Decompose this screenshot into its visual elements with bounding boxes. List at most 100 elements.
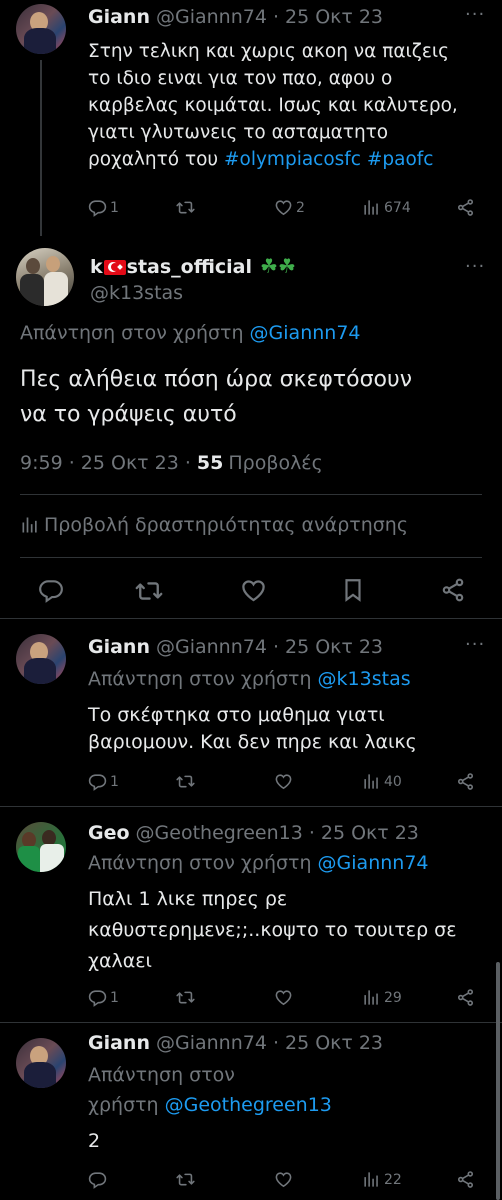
views-button[interactable]: 22 bbox=[362, 1170, 402, 1189]
tweet-timestamp[interactable]: 9:59 · 25 Οκτ 23 · bbox=[20, 452, 191, 474]
view-count: 29 bbox=[384, 989, 402, 1006]
retweet-icon bbox=[176, 198, 195, 217]
flag-emoji bbox=[103, 260, 126, 275]
views-icon bbox=[20, 515, 40, 535]
author-name-prefix[interactable]: k bbox=[90, 256, 103, 278]
separator-dot: · bbox=[308, 822, 315, 844]
replying-to-label: Απάντηση στον χρήστη bbox=[20, 322, 244, 344]
more-icon[interactable]: ··· bbox=[465, 634, 485, 655]
heart-icon bbox=[274, 198, 293, 217]
like-count: 2 bbox=[296, 199, 305, 216]
share-icon bbox=[456, 1170, 475, 1189]
reply-button[interactable] bbox=[38, 577, 64, 603]
share-icon bbox=[440, 577, 466, 603]
reply-button[interactable] bbox=[88, 1170, 107, 1189]
share-button[interactable] bbox=[440, 577, 466, 603]
author-name[interactable]: Giann bbox=[88, 6, 150, 28]
separator-dot: · bbox=[272, 1032, 279, 1054]
reply-button[interactable]: 1 bbox=[88, 198, 119, 217]
tweet-text: Πες αλήθεια πόση ώρα σκεφτόσουν να το γρ… bbox=[20, 367, 413, 427]
more-icon[interactable]: ··· bbox=[465, 4, 485, 25]
tweet-date[interactable]: 25 Οκτ 23 bbox=[285, 6, 383, 28]
divider bbox=[0, 1022, 502, 1023]
reply-button[interactable]: 1 bbox=[88, 988, 119, 1007]
divider bbox=[20, 557, 482, 558]
share-icon bbox=[456, 772, 475, 791]
like-button[interactable] bbox=[274, 988, 293, 1007]
reply-icon bbox=[38, 577, 64, 603]
share-button[interactable] bbox=[456, 1170, 475, 1189]
avatar-k13stas[interactable] bbox=[16, 248, 74, 306]
author-name[interactable]: Geo bbox=[88, 822, 130, 844]
separator-dot: · bbox=[272, 636, 279, 658]
tweet-date[interactable]: 25 Οκτ 23 bbox=[321, 822, 419, 844]
heart-icon bbox=[240, 577, 267, 604]
like-button[interactable] bbox=[274, 772, 293, 791]
share-button[interactable] bbox=[456, 988, 475, 1007]
like-button[interactable] bbox=[274, 1170, 293, 1189]
reply-icon bbox=[88, 988, 107, 1007]
separator-dot: · bbox=[272, 6, 279, 28]
author-name-suffix[interactable]: stas_official bbox=[127, 256, 252, 278]
view-count: 40 bbox=[384, 773, 402, 790]
tweet-text: Στην τελικη και χωρις ακοη να παιζεις το… bbox=[88, 38, 498, 173]
views-button[interactable]: 29 bbox=[362, 988, 402, 1007]
bookmark-icon bbox=[340, 576, 366, 604]
reply-icon bbox=[88, 1170, 107, 1189]
divider bbox=[0, 806, 502, 807]
author-handle[interactable]: @k13stas bbox=[90, 282, 183, 304]
author-handle[interactable]: @Giannn74 bbox=[156, 636, 267, 658]
avatar-giann[interactable] bbox=[16, 4, 66, 54]
author-name[interactable]: Giann bbox=[88, 636, 150, 658]
thread-line bbox=[40, 60, 42, 236]
share-icon bbox=[456, 988, 475, 1007]
retweet-button[interactable] bbox=[176, 772, 195, 791]
view-count: 674 bbox=[384, 199, 411, 216]
hashtag-link[interactable]: #paofc bbox=[367, 149, 434, 170]
retweet-button[interactable] bbox=[176, 198, 195, 217]
tweet-text: Παλι 1 λικε πηρες ρε καθυστερημενε;;..κο… bbox=[88, 888, 457, 972]
retweet-button[interactable] bbox=[176, 988, 195, 1007]
post-activity-label: Προβολή δραστηριότητας ανάρτησης bbox=[44, 514, 408, 536]
author-handle[interactable]: @Giannn74 bbox=[156, 1032, 267, 1054]
retweet-icon bbox=[135, 577, 163, 605]
author-handle[interactable]: @Giannn74 bbox=[156, 6, 267, 28]
views-icon bbox=[362, 988, 381, 1007]
retweet-icon bbox=[176, 988, 195, 1007]
views-button[interactable]: 674 bbox=[362, 198, 411, 217]
reply-icon bbox=[88, 198, 107, 217]
more-icon[interactable]: ··· bbox=[465, 256, 485, 277]
hashtag-link[interactable]: #olympiacosfc bbox=[224, 149, 361, 170]
scrollbar[interactable] bbox=[496, 962, 500, 1200]
retweet-button[interactable] bbox=[176, 1170, 195, 1189]
post-activity-link[interactable]: Προβολή δραστηριότητας ανάρτησης bbox=[20, 514, 408, 536]
author-name[interactable]: Giann bbox=[88, 1032, 150, 1054]
tweet-text: Το σκέφτηκα στο μαθημα γιατι βαριομουν. … bbox=[88, 704, 417, 753]
share-button[interactable] bbox=[456, 198, 475, 217]
reply-mention[interactable]: @Giannn74 bbox=[318, 852, 429, 874]
tweet-date[interactable]: 25 Οκτ 23 bbox=[285, 1032, 383, 1054]
like-button[interactable] bbox=[240, 577, 267, 604]
reply-count: 1 bbox=[110, 773, 119, 790]
share-icon bbox=[456, 198, 475, 217]
avatar-giann[interactable] bbox=[16, 1038, 66, 1088]
views-button[interactable]: 40 bbox=[362, 772, 402, 791]
like-button[interactable]: 2 bbox=[274, 198, 305, 217]
reply-count: 1 bbox=[110, 199, 119, 216]
reply-button[interactable]: 1 bbox=[88, 772, 119, 791]
replying-to-label: Απάντηση στον χρήστη bbox=[88, 852, 312, 874]
share-button[interactable] bbox=[456, 772, 475, 791]
avatar-giann[interactable] bbox=[16, 634, 66, 684]
reply-mention[interactable]: @Geothegreen13 bbox=[165, 1094, 332, 1116]
author-handle[interactable]: @Geothegreen13 bbox=[136, 822, 303, 844]
tweet-date[interactable]: 25 Οκτ 23 bbox=[285, 636, 383, 658]
heart-icon bbox=[274, 1170, 293, 1189]
heart-icon bbox=[274, 988, 293, 1007]
replying-to-label: χρήστη bbox=[88, 1094, 159, 1116]
reply-mention[interactable]: @k13stas bbox=[318, 668, 411, 690]
retweet-button[interactable] bbox=[135, 577, 163, 605]
reply-mention[interactable]: @Giannn74 bbox=[250, 322, 361, 344]
avatar-geo[interactable] bbox=[16, 822, 66, 872]
retweet-icon bbox=[176, 1170, 195, 1189]
bookmark-button[interactable] bbox=[340, 576, 366, 604]
